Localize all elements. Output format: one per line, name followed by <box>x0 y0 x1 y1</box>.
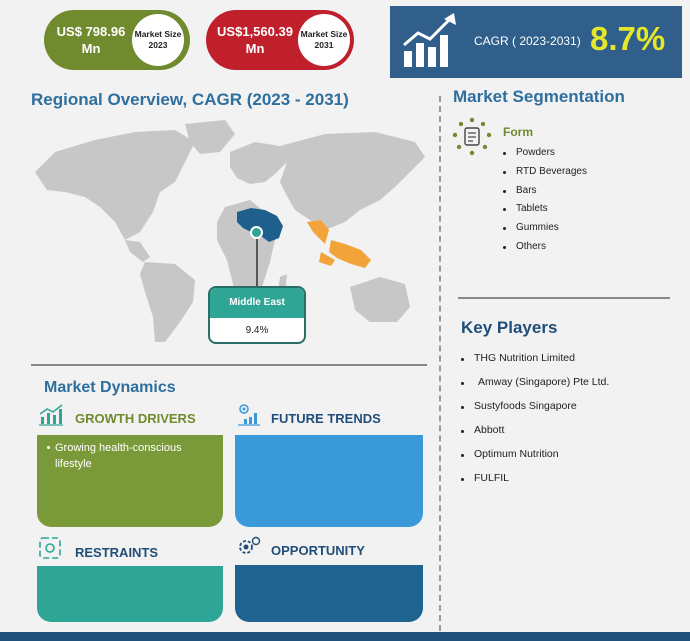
regional-divider <box>31 364 427 366</box>
market-size-2031-pill: US$1,560.39 Mn Market Size 2031 <box>206 10 354 70</box>
bullet-icon <box>461 358 464 361</box>
cagr-panel: CAGR ( 2023-2031) 8.7% <box>390 6 682 78</box>
future-trends-panel <box>235 435 423 527</box>
bullet-icon <box>503 208 506 211</box>
restraints-panel <box>37 566 223 622</box>
bullet-icon <box>503 246 506 249</box>
segmentation-category: Form <box>503 125 533 139</box>
growth-drivers-text: Growing health-conscious lifestyle <box>55 442 182 470</box>
callout-line <box>256 234 258 290</box>
segmentation-title: Market Segmentation <box>453 87 625 106</box>
bullet-icon <box>461 430 464 433</box>
regional-overview-title: Regional Overview, CAGR (2023 - 2031) <box>31 90 349 109</box>
growth-drivers-title: GROWTH DRIVERS <box>75 411 196 426</box>
key-player-item: Sustyfoods Singapore <box>474 400 577 412</box>
opportunity-icon <box>239 536 261 554</box>
segment-item: RTD Beverages <box>516 166 587 177</box>
key-player-item: Optimum Nutrition <box>474 448 559 460</box>
bullet-icon <box>503 190 506 193</box>
bullet-icon <box>503 152 506 155</box>
market-dynamics-title: Market Dynamics <box>44 379 176 396</box>
segment-item: Bars <box>516 185 537 196</box>
region-callout: Middle East 9.4% <box>208 286 306 344</box>
bullet-icon <box>461 382 464 385</box>
segment-item: Others <box>516 241 547 252</box>
market-size-2031-label: Market Size 2031 <box>298 14 350 66</box>
segment-item: Powders <box>516 147 555 158</box>
bullet-icon <box>47 446 50 449</box>
bullet-icon <box>461 406 464 409</box>
key-player-item: THG Nutrition Limited <box>474 352 575 364</box>
market-size-2023-pill: US$ 798.96 Mn Market Size 2023 <box>44 10 190 70</box>
cagr-label: CAGR ( 2023-2031) <box>474 34 581 48</box>
footer-bar <box>0 632 690 641</box>
bullet-icon <box>461 478 464 481</box>
growth-drivers-icon <box>39 404 63 426</box>
form-icon <box>452 117 492 156</box>
callout-dot <box>250 226 263 239</box>
future-trends-icon <box>238 404 260 426</box>
opportunity-title: OPPORTUNITY <box>271 543 365 558</box>
restraints-title: RESTRAINTS <box>75 545 159 560</box>
vertical-divider <box>439 96 441 631</box>
market-size-2023-value: US$ 798.96 Mn <box>56 24 126 56</box>
segmentation-divider <box>458 297 670 299</box>
opportunity-panel <box>235 565 423 622</box>
key-players-title: Key Players <box>461 318 558 337</box>
segment-item: Gummies <box>516 222 559 233</box>
bullet-icon <box>461 454 464 457</box>
market-size-2023-label: Market Size 2023 <box>132 14 184 66</box>
segment-item: Tablets <box>516 203 548 214</box>
region-callout-name: Middle East <box>210 288 304 318</box>
bullet-icon <box>503 227 506 230</box>
future-trends-title: FUTURE TRENDS <box>271 411 381 426</box>
cagr-value: 8.7% <box>590 20 666 57</box>
growth-drivers-panel: Growing health-conscious lifestyle <box>37 435 223 527</box>
region-callout-value: 9.4% <box>245 325 269 336</box>
key-player-item: Abbott <box>474 424 505 436</box>
bullet-icon <box>503 171 506 174</box>
key-player-item: Amway (Singapore) Pte Ltd. <box>478 376 610 388</box>
key-player-item: FULFIL <box>474 472 510 484</box>
restraints-icon <box>39 537 61 559</box>
growth-chart-icon <box>403 13 456 67</box>
market-size-2031-value: US$1,560.39 Mn <box>217 24 293 56</box>
